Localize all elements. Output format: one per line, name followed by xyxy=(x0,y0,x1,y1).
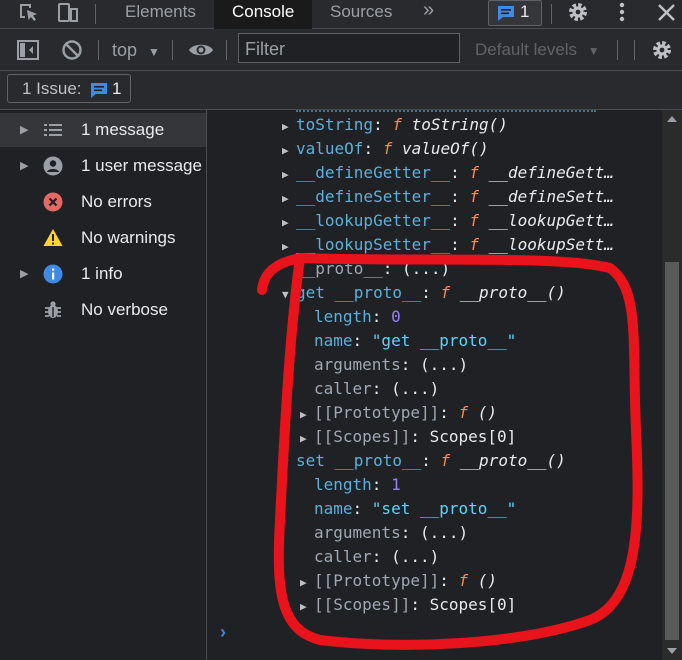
expand-arrow-icon[interactable]: ▶ xyxy=(282,115,296,139)
info-icon xyxy=(43,264,63,284)
console-property-line[interactable]: caller: (...) xyxy=(314,545,439,569)
console-property-line[interactable]: arguments: (...) xyxy=(314,521,468,545)
console-property-line[interactable]: ▶ __defineGetter__: f __defineGett… xyxy=(282,161,614,185)
expand-arrow-icon[interactable]: ▶ xyxy=(300,571,314,595)
more-tabs-button[interactable]: » xyxy=(423,0,434,28)
live-expression-eye-icon[interactable] xyxy=(188,38,214,62)
sidebar-item-label: 1 info xyxy=(81,264,123,283)
console-prompt-caret[interactable]: › xyxy=(220,622,226,643)
inspect-element-icon[interactable] xyxy=(16,1,40,25)
sidebar-item-user-messages[interactable]: ▶ 1 user message xyxy=(0,149,206,183)
issues-badge-count: 1 xyxy=(520,2,530,21)
console-property-line[interactable]: ▶ [[Scopes]]: Scopes[0] xyxy=(300,425,516,449)
sidebar-item-label: 1 user message xyxy=(81,156,202,175)
console-settings-gear-icon[interactable] xyxy=(650,38,674,62)
sidebar-item-verbose[interactable]: No verbose xyxy=(0,293,206,327)
console-property-line[interactable]: name: "set __proto__" xyxy=(314,497,516,521)
message-icon xyxy=(91,83,107,98)
console-property-line[interactable]: length: 1 xyxy=(314,473,401,497)
scroll-up-icon[interactable] xyxy=(667,116,677,122)
toolbar-divider xyxy=(617,40,618,60)
expand-arrow-icon[interactable]: ▶ xyxy=(20,149,28,183)
toolbar-divider xyxy=(551,4,552,24)
expand-arrow-icon[interactable]: ▶ xyxy=(20,113,28,147)
log-levels-value: Default levels xyxy=(475,40,578,59)
console-property-line[interactable]: ▶ __lookupGetter__: f __lookupGett… xyxy=(282,209,614,233)
scroll-down-icon[interactable] xyxy=(667,648,677,654)
console-property-line[interactable]: ▶ valueOf: f valueOf() xyxy=(282,137,489,161)
toolbar-divider xyxy=(172,40,173,60)
expand-arrow-icon[interactable]: ▶ xyxy=(20,257,28,291)
message-icon xyxy=(498,6,514,21)
console-input[interactable] xyxy=(238,620,658,646)
expand-arrow-icon[interactable]: ▶ xyxy=(300,427,314,451)
sidebar-item-messages[interactable]: ▶ 1 message xyxy=(0,113,206,147)
context-selector[interactable]: top ▼ xyxy=(112,38,160,62)
console-property-line[interactable]: ▶ [[Prototype]]: f () xyxy=(300,401,497,425)
scrollbar-thumb[interactable] xyxy=(665,262,679,640)
settings-gear-icon[interactable] xyxy=(566,0,590,24)
filter-input[interactable]: Filter xyxy=(238,33,460,63)
device-toolbar-icon[interactable] xyxy=(56,1,80,25)
log-levels-dropdown[interactable]: Default levels ▼ xyxy=(475,38,600,62)
sidebar-item-warnings[interactable]: No warnings xyxy=(0,221,206,255)
chevron-down-icon: ▼ xyxy=(148,45,160,59)
issues-button[interactable]: 1 Issue: 1 xyxy=(7,74,131,103)
list-icon xyxy=(44,124,62,136)
sidebar-item-info[interactable]: ▶ 1 info xyxy=(0,257,206,291)
sidebar-item-label: No verbose xyxy=(81,300,168,319)
error-icon xyxy=(43,192,63,212)
user-icon xyxy=(43,156,63,176)
issues-badge-button[interactable]: 1 xyxy=(488,0,542,26)
sidebar-item-errors[interactable]: No errors xyxy=(0,185,206,219)
sidebar-toggle-icon[interactable] xyxy=(16,38,40,62)
console-property-line[interactable]: ▼ get __proto__: f __proto__() xyxy=(282,281,566,305)
console-property-line[interactable]: ▶ toString: f toString() xyxy=(282,113,508,137)
issues-count: 1 xyxy=(112,79,122,98)
collapse-arrow-icon[interactable]: ▼ xyxy=(282,451,296,475)
expand-arrow-icon[interactable]: ▶ xyxy=(300,595,314,619)
console-property-line[interactable]: ▼ set __proto__: f __proto__() xyxy=(282,449,566,473)
close-icon[interactable] xyxy=(654,1,678,25)
console-property-line[interactable]: __proto__: (...) xyxy=(296,257,450,281)
expand-arrow-icon[interactable]: ▶ xyxy=(282,139,296,163)
console-property-line[interactable]: length: 0 xyxy=(314,305,401,329)
tab-sources[interactable]: Sources xyxy=(330,0,392,28)
toolbar-divider xyxy=(95,4,96,24)
sidebar-item-label: No errors xyxy=(81,192,152,211)
bug-icon xyxy=(45,301,61,318)
kebab-menu-icon[interactable] xyxy=(610,1,634,25)
toolbar-divider xyxy=(634,40,635,60)
issues-label: 1 Issue: xyxy=(22,79,82,98)
collapse-arrow-icon[interactable]: ▼ xyxy=(282,283,296,307)
console-property-line[interactable]: ▶ [[Scopes]]: Scopes[0] xyxy=(300,593,516,617)
expand-arrow-icon[interactable]: ▶ xyxy=(300,403,314,427)
console-property-line[interactable]: arguments: (...) xyxy=(314,353,468,377)
expand-arrow-icon[interactable]: ▶ xyxy=(282,211,296,235)
clear-console-icon[interactable] xyxy=(60,38,84,62)
toolbar-divider xyxy=(98,40,99,60)
console-property-line[interactable]: ▶ [[Prototype]]: f () xyxy=(300,569,497,593)
toolbar-divider xyxy=(226,40,227,60)
sidebar-item-label: 1 message xyxy=(81,120,165,139)
console-property-line[interactable]: ▶ __defineSetter__: f __defineSett… xyxy=(282,185,614,209)
context-selector-value: top xyxy=(112,40,138,60)
tab-console[interactable]: Console xyxy=(214,0,313,30)
chevron-down-icon: ▼ xyxy=(587,44,600,58)
expand-arrow-icon[interactable]: ▶ xyxy=(282,235,296,259)
console-property-line[interactable]: ▶ __lookupSetter__: f __lookupSett… xyxy=(282,233,614,257)
expand-arrow-icon[interactable]: ▶ xyxy=(282,187,296,211)
console-property-line[interactable]: name: "get __proto__" xyxy=(314,329,516,353)
sidebar-item-label: No warnings xyxy=(81,228,176,247)
warning-icon xyxy=(43,229,63,246)
console-property-line[interactable]: caller: (...) xyxy=(314,377,439,401)
expand-arrow-icon[interactable]: ▶ xyxy=(282,163,296,187)
tab-elements[interactable]: Elements xyxy=(125,0,196,28)
